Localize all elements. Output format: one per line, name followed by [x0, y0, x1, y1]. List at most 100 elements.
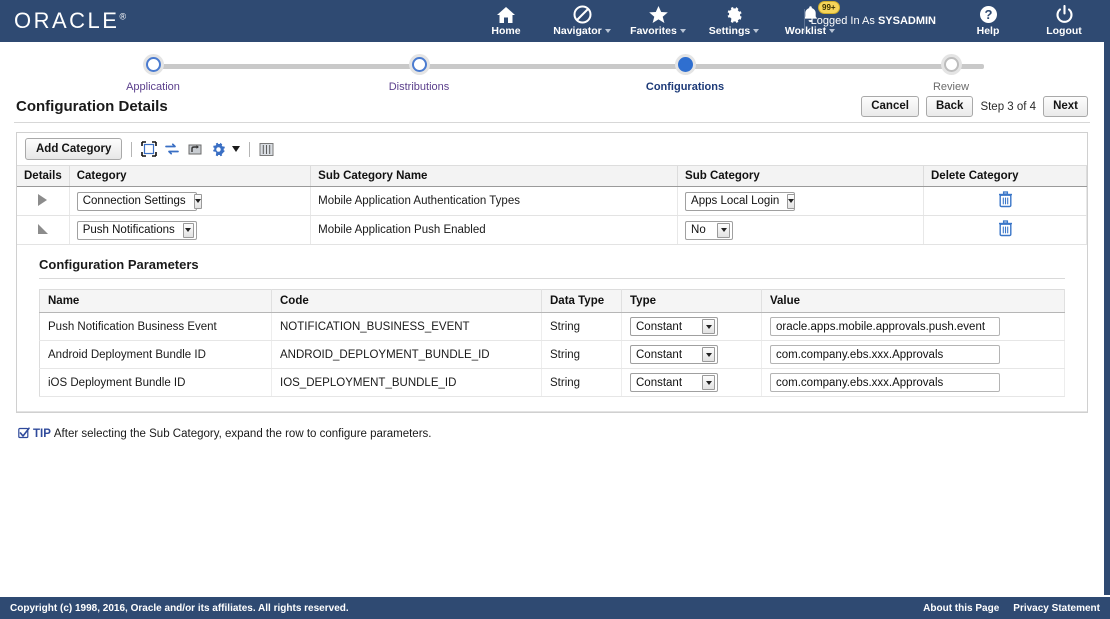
- next-button[interactable]: Next: [1043, 96, 1088, 117]
- column-header-value: Value: [761, 289, 1065, 313]
- privacy-statement-link[interactable]: Privacy Statement: [1013, 603, 1100, 614]
- trash-icon[interactable]: [998, 220, 1013, 240]
- param-value-input[interactable]: [770, 317, 1000, 336]
- table-row: Push Notifications Mobile Application Pu…: [17, 215, 1087, 245]
- chevron-down-icon: [182, 222, 194, 238]
- param-type-select-value: Constant: [636, 320, 683, 333]
- train-step-application[interactable]: Application: [20, 42, 286, 93]
- add-category-button[interactable]: Add Category: [25, 138, 123, 160]
- parameters-header-row: Name Code Data Type Type Value: [39, 289, 1065, 313]
- chevron-down-icon: [753, 29, 760, 34]
- nav-item-logout[interactable]: Logout: [1026, 0, 1102, 42]
- row-expander-cell[interactable]: [17, 186, 70, 216]
- step-indicator: Step 3 of 4: [980, 100, 1037, 113]
- categories-table-head: Details Category Sub Category Name Sub C…: [17, 166, 1087, 187]
- nav-item-home[interactable]: Home: [468, 0, 544, 42]
- param-data-type-cell: String: [541, 312, 622, 341]
- nav-item-settings[interactable]: Settings: [696, 0, 772, 42]
- power-icon: [1055, 5, 1074, 24]
- nav-item-help[interactable]: ? Help: [950, 0, 1026, 42]
- param-data-type-cell: String: [541, 368, 622, 397]
- param-type-cell: Constant: [621, 340, 762, 369]
- tip-text: After selecting the Sub Category, expand…: [53, 428, 432, 440]
- column-header-details: Details: [17, 166, 70, 187]
- sub-category-select[interactable]: No: [685, 220, 734, 240]
- copyright-text: Copyright (c) 1998, 2016, Oracle and/or …: [10, 602, 349, 614]
- column-header-data-type: Data Type: [541, 289, 622, 313]
- param-value-cell: [761, 312, 1065, 341]
- gear-menu-chevron-down-icon[interactable]: [232, 146, 241, 152]
- help-icon: ?: [979, 5, 998, 24]
- page-title-bar: Configuration Details Cancel Back Step 3…: [14, 96, 1090, 123]
- logged-in-username: SYSADMIN: [877, 15, 936, 27]
- chevron-down-icon: [717, 222, 731, 238]
- row-expander-cell[interactable]: [17, 215, 70, 245]
- nav-item-navigator[interactable]: Navigator: [544, 0, 620, 42]
- star-icon: [648, 5, 669, 24]
- row-delete-cell[interactable]: [923, 186, 1087, 216]
- table-row: Connection Settings Mobile Application A…: [17, 186, 1087, 216]
- categories-header-row: Details Category Sub Category Name Sub C…: [17, 166, 1087, 187]
- nav-label-favorites-text: Favorites: [630, 25, 677, 37]
- train-label-review: Review: [932, 81, 970, 93]
- table-row: iOS Deployment Bundle ID IOS_DEPLOYMENT_…: [39, 368, 1065, 397]
- param-type-select[interactable]: Constant: [630, 345, 718, 364]
- global-nav: Home Navigator Favorites Settings 99+ Wo…: [468, 0, 848, 42]
- param-type-select[interactable]: Constant: [630, 317, 718, 336]
- page-frame: Application Distributions Configurations…: [0, 42, 1110, 595]
- param-type-select[interactable]: Constant: [630, 373, 718, 392]
- tip-row: TIP After selecting the Sub Category, ex…: [18, 427, 1086, 441]
- refresh-icon[interactable]: [164, 141, 180, 157]
- wizard-train: Application Distributions Configurations…: [20, 42, 1084, 96]
- train-label-distributions: Distributions: [388, 81, 450, 93]
- nav-label-home: Home: [491, 25, 521, 37]
- gear-icon[interactable]: [210, 141, 227, 158]
- param-value-input[interactable]: [770, 345, 1000, 364]
- train-step-review[interactable]: Review: [818, 42, 1084, 93]
- row-category-cell: Connection Settings: [69, 186, 312, 216]
- train-step-configurations[interactable]: Configurations: [552, 42, 818, 93]
- export-icon[interactable]: [187, 141, 203, 157]
- table-row: Android Deployment Bundle ID ANDROID_DEP…: [39, 340, 1065, 369]
- oracle-logo-text: ORACLE: [14, 8, 120, 33]
- category-select-value: Connection Settings: [82, 195, 186, 207]
- back-button[interactable]: Back: [925, 96, 974, 117]
- expand-triangle-icon[interactable]: [38, 193, 48, 206]
- categories-table-body: Connection Settings Mobile Application A…: [17, 186, 1087, 245]
- collapse-triangle-icon[interactable]: [37, 223, 48, 234]
- wizard-actions: Cancel Back Step 3 of 4 Next: [861, 96, 1088, 117]
- chevron-down-icon: [604, 29, 611, 34]
- oracle-logo: ORACLE®: [14, 8, 126, 34]
- svg-text:?: ?: [984, 7, 992, 22]
- parameters-table-head: Name Code Data Type Type Value: [39, 289, 1065, 313]
- about-this-page-link[interactable]: About this Page: [923, 603, 999, 614]
- detach-icon[interactable]: [141, 141, 158, 157]
- param-value-cell: [761, 340, 1065, 369]
- nav-label-logout: Logout: [1046, 25, 1082, 37]
- categories-toolbar: Add Category: [17, 133, 1087, 166]
- toolbar-separator: [131, 141, 133, 157]
- logged-in-status: Logged In As SYSADMIN: [811, 15, 936, 27]
- cancel-button[interactable]: Cancel: [861, 96, 919, 117]
- trash-icon[interactable]: [998, 191, 1013, 211]
- category-select[interactable]: Connection Settings: [76, 191, 202, 211]
- columns-icon[interactable]: [259, 142, 274, 157]
- configuration-parameters-section: Configuration Parameters Name Code Data …: [17, 245, 1087, 412]
- param-value-input[interactable]: [770, 373, 1000, 392]
- sub-category-select[interactable]: Apps Local Login: [685, 191, 796, 211]
- logged-in-prefix: Logged In As: [810, 15, 878, 27]
- footer-links: About this Page Privacy Statement: [923, 603, 1100, 614]
- nav-label-navigator-text: Navigator: [553, 25, 602, 37]
- train-label-application: Application: [126, 81, 180, 93]
- page-footer: Copyright (c) 1998, 2016, Oracle and/or …: [0, 595, 1110, 619]
- home-icon: [496, 5, 516, 24]
- column-header-sub-category-name: Sub Category Name: [310, 166, 679, 187]
- nav-item-favorites[interactable]: Favorites: [620, 0, 696, 42]
- train-step-distributions[interactable]: Distributions: [286, 42, 552, 93]
- param-type-select-value: Constant: [636, 348, 683, 361]
- toolbar-separator-2: [249, 141, 251, 157]
- category-select[interactable]: Push Notifications: [76, 220, 197, 240]
- app-header: ORACLE® Home Navigator Favorites Setting…: [0, 0, 1110, 42]
- row-delete-cell[interactable]: [923, 215, 1087, 245]
- row-sub-category-cell: Apps Local Login: [677, 186, 924, 216]
